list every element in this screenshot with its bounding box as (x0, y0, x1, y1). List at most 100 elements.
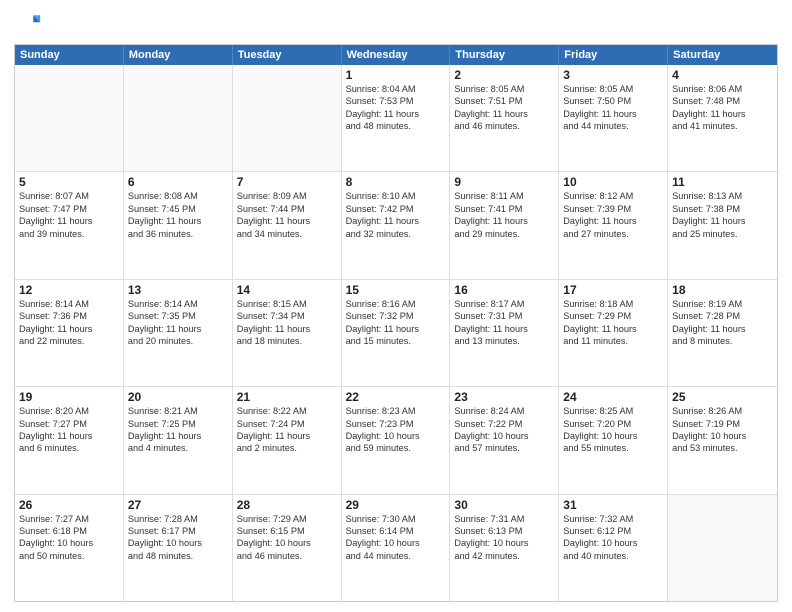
day-number: 7 (237, 175, 337, 189)
cell-line: and 59 minutes. (346, 442, 446, 454)
day-number: 17 (563, 283, 663, 297)
cell-line: Daylight: 11 hours (346, 108, 446, 120)
cell-line: Daylight: 11 hours (237, 323, 337, 335)
calendar-row: 5Sunrise: 8:07 AMSunset: 7:47 PM Daylight… (15, 171, 777, 278)
day-number: 18 (672, 283, 773, 297)
cell-line: and 11 minutes. (563, 335, 663, 347)
cell-line: Daylight: 11 hours (128, 215, 228, 227)
cell-line: Sunrise: 8:04 AM (346, 83, 446, 95)
cell-line: Sunrise: 8:18 AM (563, 298, 663, 310)
cell-line: and 48 minutes. (346, 120, 446, 132)
cell-line: Sunset: 7:50 PM (563, 95, 663, 107)
cell-line: and 34 minutes. (237, 228, 337, 240)
calendar-cell: 10Sunrise: 8:12 AMSunset: 7:39 PMDayligh… (559, 172, 668, 278)
cell-line: and 40 minutes. (563, 550, 663, 562)
cell-line: Sunset: 7:36 PM (19, 310, 119, 322)
calendar-body: 1Sunrise: 8:04 AMSunset: 7:53 PMDaylight… (15, 65, 777, 601)
day-number: 20 (128, 390, 228, 404)
cell-line: Sunrise: 8:06 AM (672, 83, 773, 95)
cell-line: Daylight: 11 hours (19, 323, 119, 335)
calendar-cell: 19Sunrise: 8:20 AMSunset: 7:27 PMDayligh… (15, 387, 124, 493)
cell-line: Sunrise: 8:07 AM (19, 190, 119, 202)
calendar-cell: 22Sunrise: 8:23 AMSunset: 7:23 PMDayligh… (342, 387, 451, 493)
calendar-cell: 14Sunrise: 8:15 AMSunset: 7:34 PMDayligh… (233, 280, 342, 386)
cell-line: Daylight: 11 hours (454, 323, 554, 335)
day-number: 9 (454, 175, 554, 189)
day-number: 31 (563, 498, 663, 512)
cell-line: and 46 minutes. (454, 120, 554, 132)
calendar-cell: 12Sunrise: 8:14 AMSunset: 7:36 PMDayligh… (15, 280, 124, 386)
weekday-header: Saturday (668, 45, 777, 65)
day-number: 15 (346, 283, 446, 297)
cell-line: Sunrise: 8:09 AM (237, 190, 337, 202)
cell-line: Daylight: 10 hours (19, 537, 119, 549)
cell-line: Sunrise: 8:08 AM (128, 190, 228, 202)
day-number: 29 (346, 498, 446, 512)
cell-line: and 29 minutes. (454, 228, 554, 240)
day-number: 19 (19, 390, 119, 404)
cell-line: Daylight: 10 hours (672, 430, 773, 442)
cell-line: Daylight: 10 hours (563, 537, 663, 549)
cell-line: Sunrise: 8:16 AM (346, 298, 446, 310)
day-number: 11 (672, 175, 773, 189)
cell-line: Sunrise: 8:15 AM (237, 298, 337, 310)
calendar-cell: 17Sunrise: 8:18 AMSunset: 7:29 PMDayligh… (559, 280, 668, 386)
calendar-cell: 24Sunrise: 8:25 AMSunset: 7:20 PMDayligh… (559, 387, 668, 493)
cell-line: Sunset: 7:27 PM (19, 418, 119, 430)
day-number: 5 (19, 175, 119, 189)
cell-line: and 36 minutes. (128, 228, 228, 240)
calendar-cell: 2Sunrise: 8:05 AMSunset: 7:51 PMDaylight… (450, 65, 559, 171)
cell-line: and 15 minutes. (346, 335, 446, 347)
calendar-cell: 30Sunrise: 7:31 AMSunset: 6:13 PMDayligh… (450, 495, 559, 601)
day-number: 26 (19, 498, 119, 512)
calendar-cell: 3Sunrise: 8:05 AMSunset: 7:50 PMDaylight… (559, 65, 668, 171)
logo (14, 10, 46, 38)
cell-line: Sunset: 7:28 PM (672, 310, 773, 322)
cell-line: Sunset: 7:39 PM (563, 203, 663, 215)
calendar-cell: 7Sunrise: 8:09 AMSunset: 7:44 PMDaylight… (233, 172, 342, 278)
calendar-cell: 4Sunrise: 8:06 AMSunset: 7:48 PMDaylight… (668, 65, 777, 171)
day-number: 14 (237, 283, 337, 297)
calendar-cell: 26Sunrise: 7:27 AMSunset: 6:18 PMDayligh… (15, 495, 124, 601)
cell-line: Sunrise: 8:14 AM (19, 298, 119, 310)
cell-line: and 25 minutes. (672, 228, 773, 240)
calendar-cell: 15Sunrise: 8:16 AMSunset: 7:32 PMDayligh… (342, 280, 451, 386)
cell-line: and 48 minutes. (128, 550, 228, 562)
cell-line: Sunrise: 8:05 AM (563, 83, 663, 95)
cell-line: and 44 minutes. (346, 550, 446, 562)
calendar-cell: 1Sunrise: 8:04 AMSunset: 7:53 PMDaylight… (342, 65, 451, 171)
cell-line: Sunset: 6:15 PM (237, 525, 337, 537)
day-number: 2 (454, 68, 554, 82)
calendar-cell: 6Sunrise: 8:08 AMSunset: 7:45 PMDaylight… (124, 172, 233, 278)
cell-line: and 32 minutes. (346, 228, 446, 240)
day-number: 28 (237, 498, 337, 512)
day-number: 23 (454, 390, 554, 404)
cell-line: and 55 minutes. (563, 442, 663, 454)
calendar-cell: 28Sunrise: 7:29 AMSunset: 6:15 PMDayligh… (233, 495, 342, 601)
day-number: 24 (563, 390, 663, 404)
cell-line: Sunset: 7:53 PM (346, 95, 446, 107)
cell-line: and 6 minutes. (19, 442, 119, 454)
day-number: 22 (346, 390, 446, 404)
cell-line: Sunset: 6:13 PM (454, 525, 554, 537)
day-number: 16 (454, 283, 554, 297)
cell-line: Sunset: 7:20 PM (563, 418, 663, 430)
cell-line: Daylight: 10 hours (346, 430, 446, 442)
cell-line: Sunrise: 8:13 AM (672, 190, 773, 202)
cell-line: Sunrise: 7:30 AM (346, 513, 446, 525)
weekday-header: Friday (559, 45, 668, 65)
cell-line: Sunset: 7:31 PM (454, 310, 554, 322)
cell-line: Daylight: 11 hours (346, 215, 446, 227)
cell-line: Sunset: 7:47 PM (19, 203, 119, 215)
cell-line: Sunrise: 8:20 AM (19, 405, 119, 417)
cell-line: Sunrise: 8:12 AM (563, 190, 663, 202)
calendar-cell: 16Sunrise: 8:17 AMSunset: 7:31 PMDayligh… (450, 280, 559, 386)
cell-line: Sunrise: 8:05 AM (454, 83, 554, 95)
cell-line: Sunrise: 8:23 AM (346, 405, 446, 417)
cell-line: Sunset: 7:35 PM (128, 310, 228, 322)
calendar-cell: 20Sunrise: 8:21 AMSunset: 7:25 PMDayligh… (124, 387, 233, 493)
cell-line: Sunrise: 8:10 AM (346, 190, 446, 202)
day-number: 8 (346, 175, 446, 189)
day-number: 30 (454, 498, 554, 512)
cell-line: Sunset: 6:14 PM (346, 525, 446, 537)
